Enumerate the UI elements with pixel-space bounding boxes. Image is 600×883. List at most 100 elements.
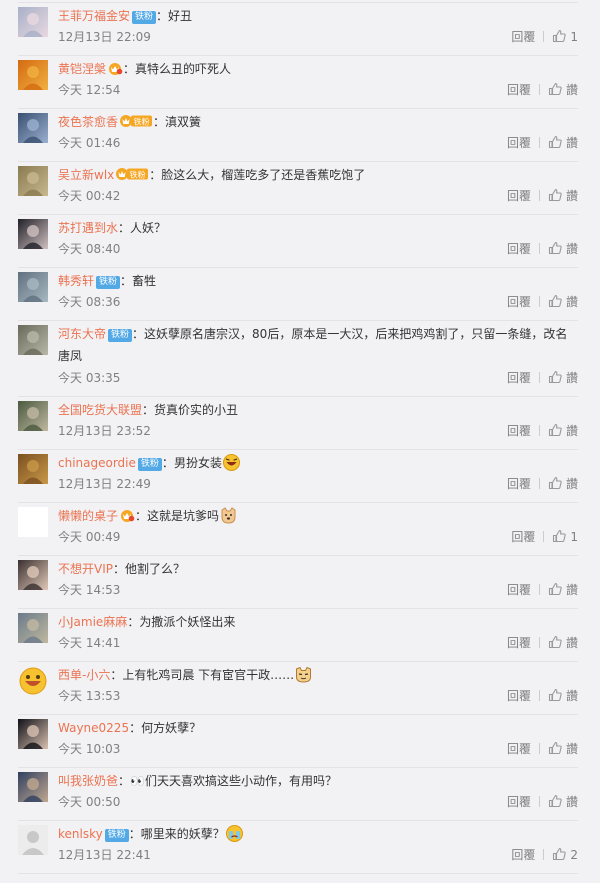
username-link[interactable]: 韩秀轩	[58, 274, 94, 288]
avatar[interactable]	[18, 560, 48, 590]
colon: ：	[156, 9, 169, 23]
like-count: 讚	[565, 83, 578, 97]
colon: ：	[127, 615, 140, 629]
username-link[interactable]: 全国吃货大联盟	[58, 403, 142, 417]
thumbs-up-icon	[548, 635, 562, 649]
comment-meta: 12月13日 22:49 回覆 讚	[58, 474, 578, 494]
avatar[interactable]	[18, 772, 48, 802]
reply-button[interactable]: 回覆	[511, 845, 535, 865]
like-button[interactable]: 讚	[548, 135, 578, 150]
fan-badge: 铁粉	[132, 11, 157, 24]
vip-crown-icon	[107, 60, 123, 75]
username-link[interactable]: 懒懒的桌子	[58, 509, 118, 523]
username-link[interactable]: 不想开VIP	[58, 562, 113, 576]
reply-button[interactable]: 回覆	[507, 792, 531, 812]
comment-item: 苏打遇到水：人妖？ 今天 08:40 回覆 讚	[18, 214, 578, 268]
username-link[interactable]: 小Jamie麻麻	[58, 615, 127, 629]
svg-text:铁粉: 铁粉	[130, 170, 146, 180]
like-button[interactable]: 讚	[548, 294, 578, 309]
reply-button[interactable]: 回覆	[507, 292, 531, 312]
avatar[interactable]	[18, 613, 48, 643]
avatar[interactable]	[18, 825, 48, 855]
reply-button[interactable]: 回覆	[507, 80, 531, 100]
reply-button[interactable]: 回覆	[507, 186, 531, 206]
like-button[interactable]: 2	[552, 847, 578, 862]
thumbs-up-icon	[548, 82, 562, 96]
avatar[interactable]	[18, 272, 48, 302]
avatar[interactable]	[18, 719, 48, 749]
comment-content: Wayne0225：何方妖孽？	[58, 717, 578, 739]
like-count: 讚	[565, 136, 578, 150]
avatar[interactable]	[18, 7, 48, 37]
username-link[interactable]: Wayne0225	[58, 721, 129, 735]
username-link[interactable]: 叫我张奶爸	[58, 774, 118, 788]
like-button[interactable]: 讚	[548, 370, 578, 385]
comment-item: kenlsky 铁粉 ：哪里来的妖孽？ 12月13日 22:41 回覆 2	[18, 820, 578, 874]
action-divider	[538, 690, 540, 701]
comment-meta: 今天 13:53 回覆 讚	[58, 686, 578, 706]
username-link[interactable]: 苏打遇到水	[58, 221, 118, 235]
username-link[interactable]: 西单-小六	[58, 668, 110, 682]
reply-button[interactable]: 回覆	[507, 686, 531, 706]
username-link[interactable]: 王菲万福金安	[58, 9, 130, 23]
comment-text: 为撒派个妖怪出来	[139, 615, 236, 629]
avatar[interactable]	[18, 507, 48, 537]
timestamp: 今天 10:03	[58, 742, 121, 756]
reply-button[interactable]: 回覆	[507, 421, 531, 441]
like-button[interactable]: 讚	[548, 241, 578, 256]
reply-button[interactable]: 回覆	[511, 27, 535, 47]
action-divider	[543, 31, 545, 42]
timestamp: 12月13日 22:09	[58, 30, 151, 44]
reply-button[interactable]: 回覆	[507, 633, 531, 653]
thumbs-up-icon	[548, 688, 562, 702]
like-button[interactable]: 讚	[548, 688, 578, 703]
reply-button[interactable]: 回覆	[507, 474, 531, 494]
avatar[interactable]	[18, 325, 48, 355]
avatar[interactable]	[18, 401, 48, 431]
laugh-emoji-icon	[222, 454, 240, 471]
colon: ：	[135, 509, 148, 523]
like-button[interactable]: 1	[552, 29, 578, 44]
comment-content: kenlsky 铁粉 ：哪里来的妖孽？	[58, 823, 578, 845]
like-button[interactable]: 讚	[548, 741, 578, 756]
reply-button[interactable]: 回覆	[507, 739, 531, 759]
colon: ：	[123, 62, 136, 76]
reply-button[interactable]: 回覆	[511, 527, 535, 547]
avatar[interactable]	[18, 113, 48, 143]
avatar[interactable]	[18, 166, 48, 196]
username-link[interactable]: 夜色茶愈香	[58, 115, 118, 129]
avatar[interactable]	[18, 219, 48, 249]
like-button[interactable]: 讚	[548, 188, 578, 203]
comment-actions: 回覆 讚	[507, 686, 578, 706]
like-count: 讚	[565, 742, 578, 756]
comment-meta: 今天 00:42 回覆 讚	[58, 186, 578, 206]
comment-meta: 今天 08:40 回覆 讚	[58, 239, 578, 259]
cat-emoji-icon	[295, 666, 312, 683]
username-link[interactable]: 黄铠涅槃	[58, 62, 106, 76]
like-button[interactable]: 讚	[548, 635, 578, 650]
reply-button[interactable]: 回覆	[507, 580, 531, 600]
like-button[interactable]: 讚	[548, 582, 578, 597]
username-link[interactable]: 河东大帝	[58, 327, 106, 341]
like-button[interactable]: 1	[552, 529, 578, 544]
avatar[interactable]	[18, 666, 48, 696]
reply-button[interactable]: 回覆	[507, 239, 531, 259]
thumbs-up-icon	[548, 135, 562, 149]
comment-item: 韩秀轩 铁粉 ：畜牲 今天 08:36 回覆 讚	[18, 267, 578, 321]
comment-text: 好丑	[168, 9, 193, 23]
colon: ：	[120, 274, 133, 288]
avatar[interactable]	[18, 60, 48, 90]
reply-button[interactable]: 回覆	[507, 368, 531, 388]
timestamp: 今天 13:53	[58, 689, 121, 703]
comment-item: 叫我张奶爸：👀们天天喜欢搞这些小动作，有用吗？ 今天 00:50 回覆 讚	[18, 767, 578, 821]
like-button[interactable]: 讚	[548, 476, 578, 491]
username-link[interactable]: kenlsky	[58, 827, 103, 841]
like-button[interactable]: 讚	[548, 82, 578, 97]
avatar[interactable]	[18, 454, 48, 484]
like-button[interactable]: 讚	[548, 794, 578, 809]
reply-button[interactable]: 回覆	[507, 133, 531, 153]
username-link[interactable]: chinageordie	[58, 456, 136, 470]
like-button[interactable]: 讚	[548, 423, 578, 438]
comment-item: chinageordie 铁粉 ：男扮女装 12月13日 22:49 回覆 讚	[18, 449, 578, 503]
username-link[interactable]: 吴立新wlx	[58, 168, 114, 182]
